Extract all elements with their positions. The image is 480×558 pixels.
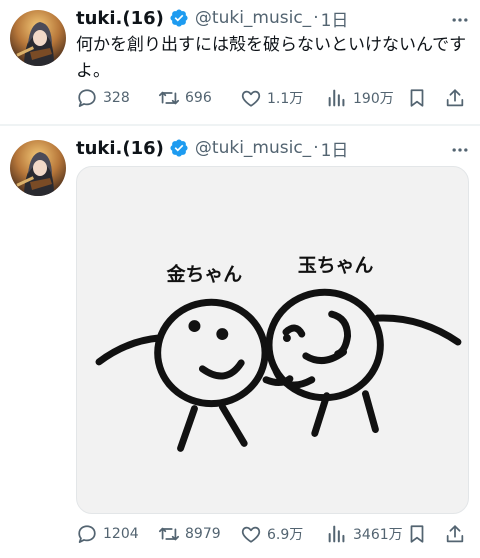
- tweet-2[interactable]: tuki.(16) @tuki_music_ · 1日 金ちゃん 玉ちゃん 12…: [0, 126, 480, 558]
- action-bar: 328 696 1.1万 190万: [76, 86, 472, 110]
- repost-icon: [158, 91, 180, 105]
- verified-badge-icon: [169, 138, 189, 158]
- bookmark-button[interactable]: [406, 522, 428, 546]
- like-icon: [241, 90, 261, 107]
- author-handle[interactable]: @tuki_music_: [195, 138, 311, 158]
- tweet-header: tuki.(16) @tuki_music_ · 1日: [76, 6, 349, 31]
- reply-button[interactable]: 328: [76, 86, 130, 110]
- like-button[interactable]: 6.9万: [240, 522, 303, 546]
- views-icon: [328, 89, 345, 107]
- author-name[interactable]: tuki.(16): [76, 8, 164, 29]
- like-count: 1.1万: [267, 91, 304, 107]
- left-figure-head: [154, 298, 269, 408]
- repost-button[interactable]: 8979: [158, 522, 221, 546]
- share-button[interactable]: [444, 522, 466, 546]
- reply-count: 1204: [103, 526, 139, 542]
- reply-button[interactable]: 1204: [76, 522, 139, 546]
- avatar-image: [10, 140, 66, 196]
- bookmark-icon: [410, 89, 424, 107]
- share-button[interactable]: [444, 86, 466, 110]
- view-count: 190万: [353, 91, 394, 107]
- label-tamachan: 玉ちゃん: [298, 254, 374, 276]
- reply-icon: [78, 525, 96, 543]
- separator: ·: [313, 8, 319, 28]
- tweet-1[interactable]: tuki.(16) @tuki_music_ · 1日 何かを創り出すには殻を破…: [0, 0, 480, 124]
- like-icon: [241, 526, 261, 543]
- author-name[interactable]: tuki.(16): [76, 138, 164, 159]
- views-button[interactable]: 190万: [326, 86, 394, 110]
- bookmark-button[interactable]: [406, 86, 428, 110]
- bookmark-icon: [410, 525, 424, 543]
- author-handle[interactable]: @tuki_music_: [195, 8, 311, 28]
- reply-icon: [78, 89, 96, 107]
- repost-button[interactable]: 696: [158, 86, 212, 110]
- repost-count: 696: [185, 90, 212, 106]
- like-button[interactable]: 1.1万: [240, 86, 303, 110]
- repost-icon: [158, 527, 180, 541]
- tweet-header: tuki.(16) @tuki_music_ · 1日: [76, 136, 349, 161]
- tweet-text: 何かを創り出すには殻を破らないといけないんですよ。: [76, 35, 467, 81]
- avatar[interactable]: [10, 140, 66, 196]
- verified-badge-icon: [169, 8, 189, 28]
- timestamp[interactable]: 1日: [321, 6, 349, 31]
- timestamp[interactable]: 1日: [321, 136, 349, 161]
- action-bar: 1204 8979 6.9万 3461万: [76, 522, 472, 546]
- views-icon: [328, 525, 345, 543]
- separator: ·: [313, 138, 319, 158]
- like-count: 6.9万: [267, 527, 304, 543]
- more-icon[interactable]: [448, 8, 472, 32]
- views-button[interactable]: 3461万: [326, 522, 403, 546]
- share-icon: [446, 89, 464, 107]
- view-count: 3461万: [353, 527, 403, 543]
- tweet-media-image[interactable]: 金ちゃん 玉ちゃん: [76, 166, 469, 514]
- repost-count: 8979: [185, 526, 221, 542]
- share-icon: [446, 525, 464, 543]
- avatar[interactable]: [10, 10, 66, 66]
- label-kinchan: 金ちゃん: [166, 262, 243, 285]
- reply-count: 328: [103, 90, 130, 106]
- avatar-image: [10, 10, 66, 66]
- more-icon[interactable]: [448, 138, 472, 162]
- stick-figure-drawing: 金ちゃん 玉ちゃん: [95, 254, 462, 452]
